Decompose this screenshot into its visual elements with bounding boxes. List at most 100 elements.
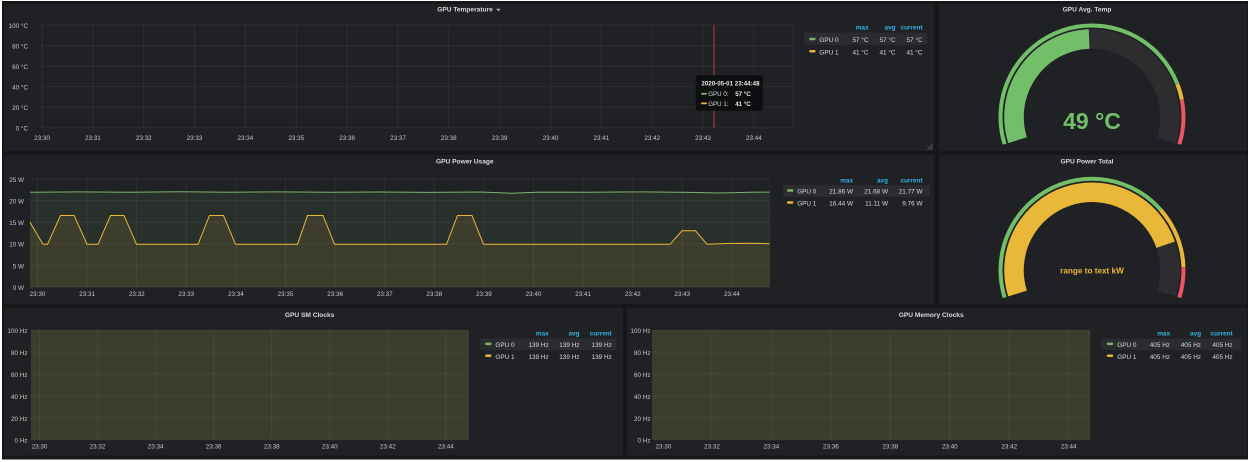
svg-text:5 W: 5 W <box>13 263 24 270</box>
svg-text:60 °C: 60 °C <box>12 63 28 71</box>
svg-text:GPU Power Total: GPU Power Total <box>1060 159 1113 166</box>
svg-text:GPU 0: GPU 0 <box>797 189 817 196</box>
svg-text:23:34: 23:34 <box>238 135 254 142</box>
svg-text:GPU Memory Clocks: GPU Memory Clocks <box>899 312 964 319</box>
svg-text:2020-05-01 23:44:48: 2020-05-01 23:44:48 <box>701 80 760 87</box>
svg-text:23:34: 23:34 <box>228 291 244 298</box>
svg-text:23:36: 23:36 <box>206 443 222 450</box>
svg-text:23:37: 23:37 <box>377 291 393 298</box>
svg-text:current: current <box>590 331 613 338</box>
svg-text:41 °C: 41 °C <box>852 48 868 56</box>
svg-text:max: max <box>840 178 853 185</box>
svg-text:23:32: 23:32 <box>704 443 720 450</box>
svg-text:GPU Avg. Temp: GPU Avg. Temp <box>1063 7 1112 14</box>
svg-text:23:36: 23:36 <box>339 135 355 142</box>
svg-text:57 °C: 57 °C <box>906 36 922 44</box>
svg-text:139 Hz: 139 Hz <box>559 354 579 361</box>
svg-text:23:32: 23:32 <box>129 291 145 298</box>
svg-text:139 Hz: 139 Hz <box>528 342 548 349</box>
svg-text:23:44: 23:44 <box>724 291 740 298</box>
svg-text:23:41: 23:41 <box>593 135 609 142</box>
svg-text:41 °C: 41 °C <box>879 48 895 56</box>
svg-text:GPU 0: GPU 0 <box>495 342 515 349</box>
svg-text:23:39: 23:39 <box>492 135 508 142</box>
svg-text:23:42: 23:42 <box>644 135 660 142</box>
svg-text:GPU 1:: GPU 1: <box>708 101 729 108</box>
svg-text:25 W: 25 W <box>9 177 24 184</box>
svg-text:100 Hz: 100 Hz <box>8 328 28 335</box>
svg-text:GPU 0:: GPU 0: <box>708 91 729 98</box>
svg-text:avg: avg <box>1190 331 1201 338</box>
svg-text:405 Hz: 405 Hz <box>1181 342 1201 349</box>
svg-text:current: current <box>1211 331 1234 338</box>
svg-text:range to text kW: range to text kW <box>1060 266 1124 275</box>
svg-text:GPU Power Usage: GPU Power Usage <box>436 159 494 166</box>
svg-text:23:35: 23:35 <box>278 291 294 298</box>
svg-text:max: max <box>1157 331 1170 338</box>
svg-text:23:38: 23:38 <box>264 443 280 450</box>
svg-text:0 °C: 0 °C <box>16 125 29 133</box>
svg-text:0 Hz: 0 Hz <box>15 438 28 445</box>
svg-text:23:35: 23:35 <box>288 135 304 142</box>
svg-text:405 Hz: 405 Hz <box>1212 354 1232 361</box>
svg-text:23:40: 23:40 <box>942 443 958 450</box>
svg-text:23:36: 23:36 <box>327 291 343 298</box>
svg-text:41 °C: 41 °C <box>735 101 751 108</box>
svg-text:23:34: 23:34 <box>764 443 780 450</box>
svg-text:GPU Temperature: GPU Temperature <box>437 7 493 14</box>
svg-text:49 °C: 49 °C <box>1063 108 1121 134</box>
svg-text:41 °C: 41 °C <box>906 48 922 56</box>
svg-text:23:36: 23:36 <box>823 443 839 450</box>
svg-text:405 Hz: 405 Hz <box>1150 342 1170 349</box>
svg-text:20 Hz: 20 Hz <box>634 416 650 423</box>
svg-text:15 W: 15 W <box>9 220 24 227</box>
svg-text:23:31: 23:31 <box>79 291 95 298</box>
svg-text:40 °C: 40 °C <box>12 84 28 92</box>
svg-text:23:44: 23:44 <box>746 135 762 142</box>
svg-text:23:40: 23:40 <box>543 135 559 142</box>
svg-text:23:34: 23:34 <box>148 443 164 450</box>
svg-text:10 W: 10 W <box>9 242 24 249</box>
svg-text:11.11 W: 11.11 W <box>865 201 889 208</box>
svg-text:max: max <box>536 331 549 338</box>
svg-text:current: current <box>900 178 923 185</box>
svg-text:20 Hz: 20 Hz <box>11 416 27 423</box>
svg-text:405 Hz: 405 Hz <box>1181 354 1201 361</box>
svg-text:23:42: 23:42 <box>380 443 396 450</box>
svg-text:23:39: 23:39 <box>476 291 492 298</box>
svg-text:23:38: 23:38 <box>882 443 898 450</box>
svg-text:23:31: 23:31 <box>85 135 101 142</box>
svg-text:GPU 1: GPU 1 <box>819 49 839 56</box>
svg-text:80 °C: 80 °C <box>12 42 28 50</box>
svg-text:23:30: 23:30 <box>656 443 672 450</box>
svg-text:405 Hz: 405 Hz <box>1212 342 1232 349</box>
svg-text:23:32: 23:32 <box>136 135 152 142</box>
svg-text:23:38: 23:38 <box>426 291 442 298</box>
svg-text:avg: avg <box>568 331 579 338</box>
svg-text:0 W: 0 W <box>13 285 24 292</box>
svg-text:GPU 0: GPU 0 <box>819 37 839 44</box>
svg-text:139 Hz: 139 Hz <box>559 342 579 349</box>
svg-text:21.77 W: 21.77 W <box>899 189 924 196</box>
svg-text:20 °C: 20 °C <box>12 104 28 112</box>
svg-text:GPU SM Clocks: GPU SM Clocks <box>285 312 335 319</box>
svg-text:GPU 0: GPU 0 <box>1117 342 1137 349</box>
svg-text:60 Hz: 60 Hz <box>11 372 27 379</box>
svg-text:21.68 W: 21.68 W <box>864 189 889 196</box>
svg-text:23:40: 23:40 <box>526 291 542 298</box>
svg-text:23:37: 23:37 <box>390 135 406 142</box>
svg-text:23:44: 23:44 <box>438 443 454 450</box>
svg-text:21.86 W: 21.86 W <box>829 189 854 196</box>
svg-text:57 °C: 57 °C <box>852 36 868 44</box>
svg-text:100 °C: 100 °C <box>9 22 29 30</box>
svg-text:23:32: 23:32 <box>90 443 106 450</box>
svg-text:57 °C: 57 °C <box>735 91 751 98</box>
svg-text:23:41: 23:41 <box>575 291 591 298</box>
svg-text:139 Hz: 139 Hz <box>592 354 612 361</box>
svg-text:avg: avg <box>884 25 895 32</box>
svg-text:23:30: 23:30 <box>32 443 48 450</box>
svg-text:60 Hz: 60 Hz <box>634 372 650 379</box>
svg-text:23:42: 23:42 <box>625 291 641 298</box>
svg-text:40 Hz: 40 Hz <box>11 394 27 401</box>
svg-text:23:42: 23:42 <box>1001 443 1017 450</box>
